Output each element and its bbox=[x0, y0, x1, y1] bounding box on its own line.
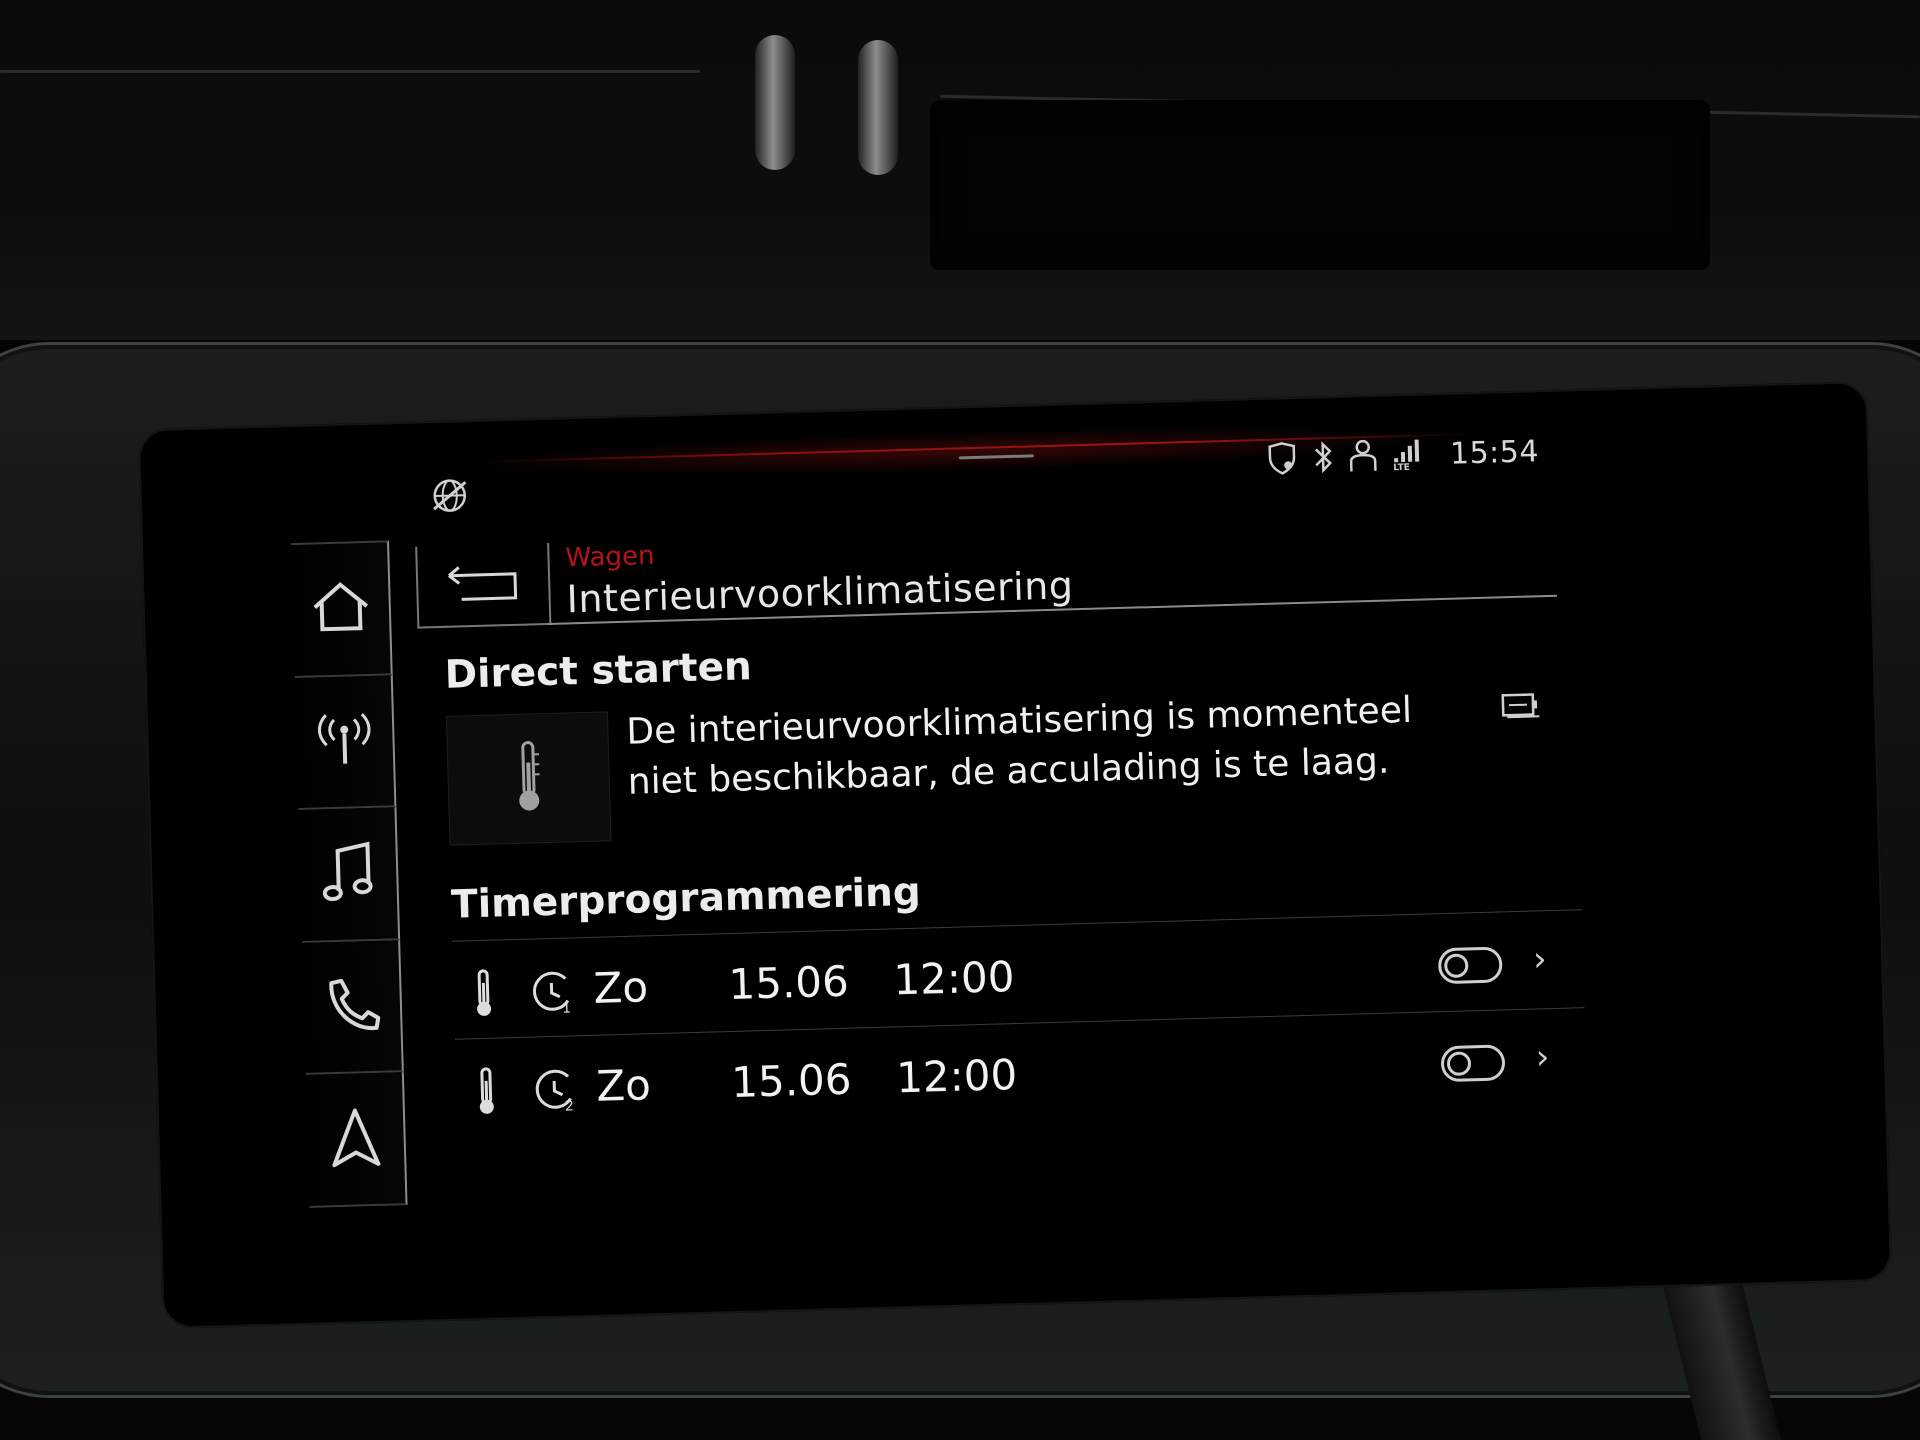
back-arrow-icon bbox=[443, 562, 524, 608]
no-connectivity-globe-icon[interactable] bbox=[429, 475, 470, 516]
sidebar-item-phone[interactable] bbox=[302, 939, 404, 1076]
home-icon bbox=[310, 580, 372, 638]
thermometer-icon bbox=[476, 1067, 497, 1122]
svg-text:2: 2 bbox=[565, 1098, 574, 1113]
page-title: Interieurvoorklimatisering bbox=[566, 563, 1074, 622]
navigation-arrow-icon bbox=[329, 1105, 383, 1172]
chevron-right-icon[interactable]: › bbox=[1533, 939, 1548, 979]
user-profile-icon bbox=[1348, 439, 1379, 474]
timer-time: 12:00 bbox=[895, 1050, 1018, 1103]
back-button[interactable] bbox=[415, 542, 552, 629]
direct-start-message: De interieurvoorklimatisering is momente… bbox=[625, 689, 1413, 803]
timer-toggle[interactable] bbox=[1437, 946, 1503, 985]
bluetooth-icon bbox=[1312, 440, 1335, 475]
dashboard-upper bbox=[0, 0, 1920, 340]
battery-charge-icon bbox=[1501, 690, 1542, 725]
sidebar-item-navigation[interactable] bbox=[305, 1072, 408, 1208]
section-title-direct-start: Direct starten bbox=[444, 644, 753, 698]
music-note-icon bbox=[321, 840, 375, 907]
sidebar-item-radio[interactable] bbox=[294, 674, 397, 811]
timer-time: 12:00 bbox=[892, 952, 1016, 1005]
chevron-right-icon[interactable]: › bbox=[1535, 1037, 1550, 1077]
vent-knob bbox=[858, 40, 898, 175]
section-title-timer: Timerprogrammering bbox=[450, 869, 922, 928]
timer-clock-icon: 1 bbox=[531, 970, 576, 1019]
breadcrumb[interactable]: Wagen bbox=[565, 541, 655, 573]
timer-clock-icon: 2 bbox=[534, 1068, 579, 1117]
location-shield-icon bbox=[1264, 441, 1299, 476]
timer-day: Zo bbox=[595, 1060, 652, 1111]
svg-text:1: 1 bbox=[562, 1000, 571, 1015]
timer-date: 15.06 bbox=[727, 956, 850, 1010]
trim-line bbox=[0, 70, 700, 73]
thermometer-icon bbox=[473, 969, 495, 1024]
status-clock: 15:54 bbox=[1449, 433, 1540, 472]
sidebar-nav bbox=[291, 540, 408, 1208]
status-bar: LTE 15:54 bbox=[1263, 428, 1539, 482]
radio-antenna-icon bbox=[314, 711, 376, 773]
timer-toggle[interactable] bbox=[1440, 1044, 1506, 1083]
phone-icon bbox=[321, 976, 383, 1038]
timer-date: 15.06 bbox=[730, 1054, 853, 1108]
sidebar-item-home[interactable] bbox=[291, 540, 393, 678]
direct-start-tile[interactable] bbox=[445, 711, 612, 846]
vent-knob bbox=[755, 35, 795, 170]
air-vent bbox=[930, 100, 1710, 270]
svg-text:LTE: LTE bbox=[1393, 463, 1410, 472]
lte-signal-icon: LTE bbox=[1392, 437, 1429, 472]
sidebar-item-media[interactable] bbox=[298, 807, 401, 943]
infotainment-screen: LTE 15:54 Wagen Interieurvoorklimatiseri… bbox=[137, 381, 1893, 1329]
timer-day: Zo bbox=[592, 962, 649, 1013]
thermometer-icon bbox=[513, 738, 545, 819]
